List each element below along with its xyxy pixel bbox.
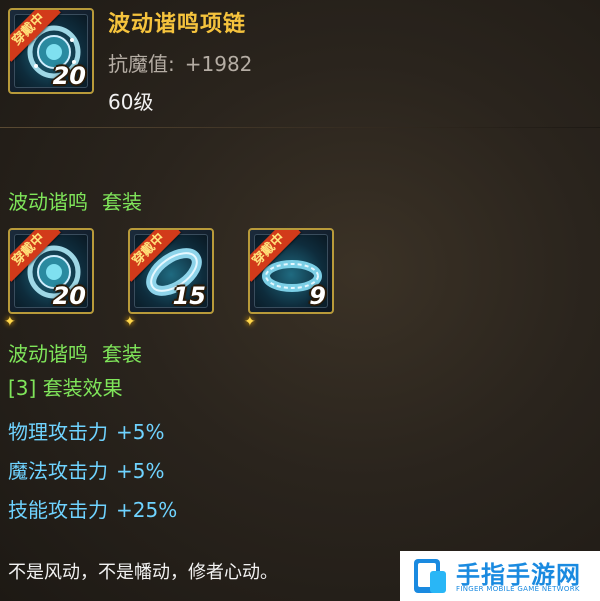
bonus-label: 物理攻击力 [8,420,108,444]
item-name: 波动谐鸣项链 [108,12,247,37]
stat-label: 抗魔值: [108,52,175,76]
set-name: 波动谐鸣 [8,342,88,366]
stat-value: +1982 [184,52,253,76]
item-icon-necklace[interactable]: 穿戴中 20 [8,8,94,94]
sparkle-icon: ✦ [124,314,136,330]
bonus-value: +5% [116,420,165,444]
set-bonus-skill: 技能攻击力 +25% [8,494,177,523]
flavor-text: 不是风动，不是幡动，修者心动。 [8,562,278,583]
enhance-level: 15 [172,282,206,310]
watermark-logo-icon [414,559,446,593]
set-piece-bracelet[interactable]: 穿戴中 15 [128,228,214,314]
set-name: 波动谐鸣 [8,190,88,214]
bonus-value: +25% [116,498,178,522]
set-piece-ring[interactable]: 穿戴中 9 [248,228,334,314]
set-effect-title: [3] 套装效果 [8,376,123,400]
set-piece-necklace[interactable]: 穿戴中 20 [8,228,94,314]
bonus-label: 魔法攻击力 [8,459,108,483]
divider [0,127,600,128]
watermark: 手指手游网 FINGER MOBILE GAME NETWORK [400,551,600,601]
sparkle-icon: ✦ [4,314,16,330]
set-bonus-magic: 魔法攻击力 +5% [8,455,165,484]
set-suffix: 套装 [102,190,142,214]
enhance-level: 20 [52,282,86,310]
set-suffix: 套装 [102,342,142,366]
enhance-level: 20 [52,62,86,90]
item-tooltip: 穿戴中 20 波动谐鸣项链 抗魔值: +1982 60级 波动谐鸣 套装 穿戴中 2… [0,0,600,601]
set-title-secondary: 波动谐鸣 套装 [8,338,142,367]
set-bonus-physical: 物理攻击力 +5% [8,416,165,445]
bonus-value: +5% [116,459,165,483]
set-title: 波动谐鸣 套装 [8,186,142,215]
item-stat: 抗魔值: +1982 [108,48,252,77]
sparkle-icon: ✦ [244,314,256,330]
watermark-subtext: FINGER MOBILE GAME NETWORK [456,585,580,593]
level-requirement: 60级 [108,90,154,114]
enhance-level: 9 [309,282,326,310]
bonus-label: 技能攻击力 [8,498,108,522]
